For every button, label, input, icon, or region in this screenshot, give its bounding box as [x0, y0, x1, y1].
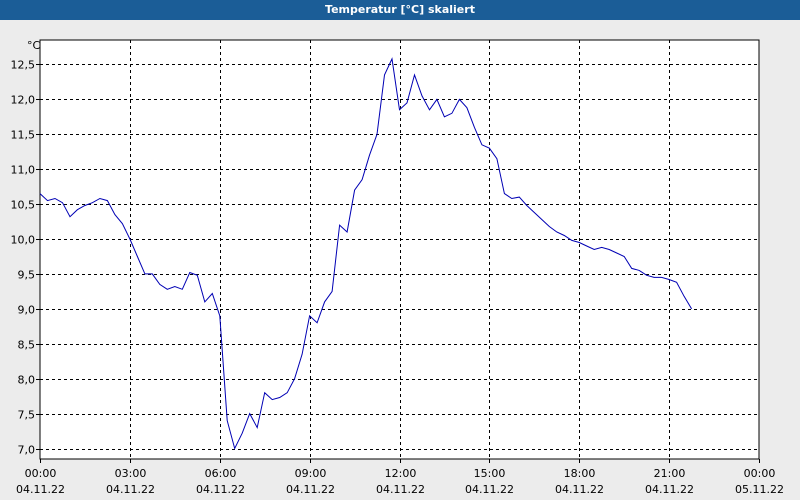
y-tick-label: 12,0: [11, 94, 36, 107]
x-tick-time-label: 21:00: [654, 467, 686, 480]
x-tick-date-label: 04.11.22: [286, 483, 335, 496]
x-tick-date-label: 04.11.22: [645, 483, 694, 496]
y-tick-label: 9,0: [18, 304, 36, 317]
y-tick-label: 10,5: [11, 199, 36, 212]
x-tick-time-label: 00:00: [25, 467, 57, 480]
chart-window: Temperatur [°C] skaliert 7,0 7,5 8,0 8,5 9,0…: [0, 0, 800, 500]
y-tick-label: 10,0: [11, 234, 36, 247]
y-tick-label: 11,0: [11, 164, 36, 177]
x-tick-date-label: 04.11.22: [106, 483, 155, 496]
plot-area: [39, 39, 760, 460]
x-axis-ticks: 00:00 04.11.22 03:00 04.11.22 06:00 04.11.22 0…: [16, 459, 784, 496]
y-tick-label: 9,5: [18, 269, 36, 282]
x-tick-date-label: 05.11.22: [735, 483, 784, 496]
x-tick-time-label: 18:00: [564, 467, 596, 480]
y-axis-unit: °C: [27, 39, 41, 52]
y-tick-label: 11,5: [11, 129, 36, 142]
y-tick-label: 7,5: [18, 409, 36, 422]
y-tick-label: 8,0: [18, 374, 36, 387]
x-tick-date-label: 04.11.22: [465, 483, 514, 496]
x-tick-time-label: 03:00: [115, 467, 147, 480]
x-tick-date-label: 04.11.22: [196, 483, 245, 496]
x-tick-time-label: 00:00: [744, 467, 776, 480]
y-tick-label: 8,5: [18, 339, 36, 352]
x-tick-date-label: 04.11.22: [376, 483, 425, 496]
x-tick-date-label: 04.11.22: [16, 483, 65, 496]
x-tick-date-label: 04.11.22: [555, 483, 604, 496]
y-tick-label: 7,0: [18, 444, 36, 457]
x-tick-time-label: 09:00: [295, 467, 327, 480]
x-tick-time-label: 15:00: [474, 467, 506, 480]
y-axis-ticks: 7,0 7,5 8,0 8,5 9,0 9,5 10,0 10,5 11,0 11,5 12,0 12…: [11, 59, 40, 457]
x-tick-time-label: 12:00: [385, 467, 417, 480]
y-tick-label: 12,5: [11, 59, 36, 72]
x-tick-time-label: 06:00: [205, 467, 237, 480]
temperature-chart: 7,0 7,5 8,0 8,5 9,0 9,5 10,0 10,5 11,0 11,5 12,0 12…: [11, 39, 784, 496]
